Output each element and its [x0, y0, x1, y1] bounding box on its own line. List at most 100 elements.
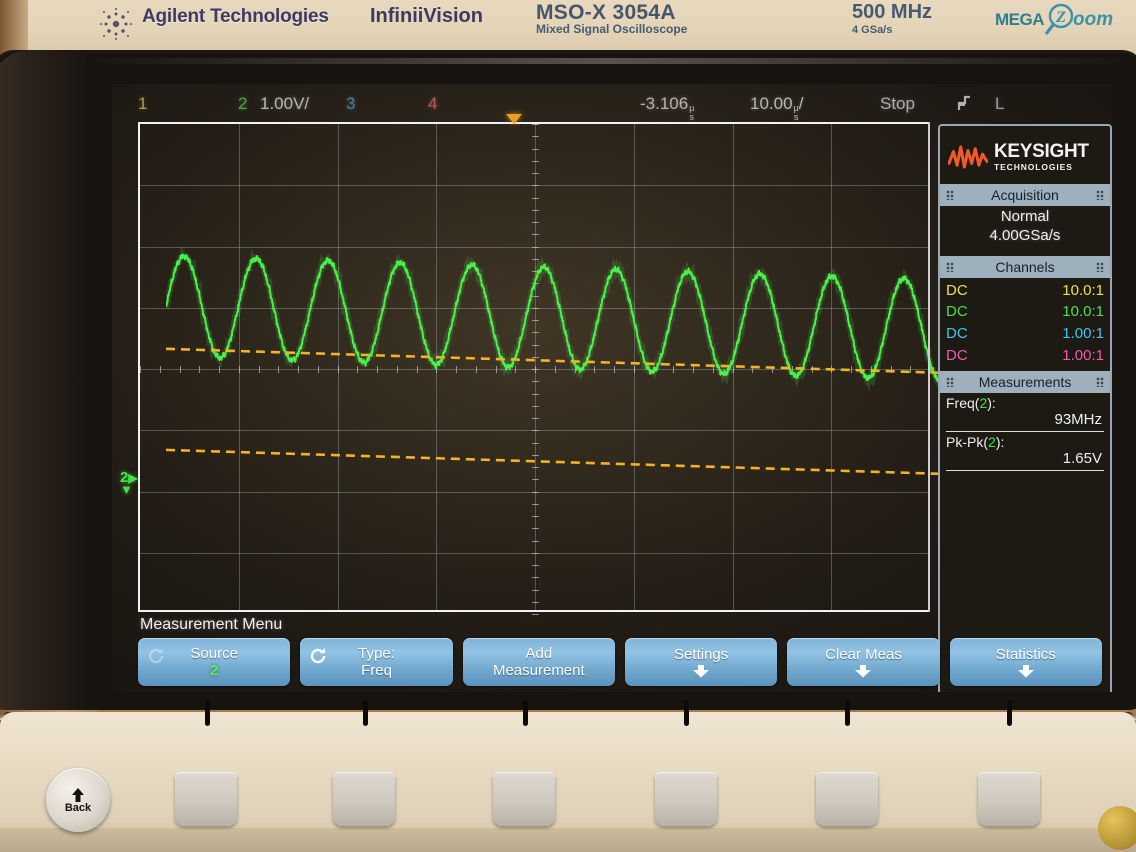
- channels-section-header[interactable]: Channels: [940, 255, 1110, 278]
- rotary-knob-icon: [309, 647, 327, 665]
- measurement-pkpk-label[interactable]: Pk-Pk(2):: [946, 434, 1104, 450]
- softkey-hardware-button-4[interactable]: [655, 772, 717, 826]
- softkey-type-value: Freq: [361, 662, 392, 679]
- rotary-knob-icon: [147, 647, 165, 665]
- softkey-settings[interactable]: Settings: [624, 638, 778, 686]
- status-delay-value: -3.106: [640, 94, 689, 113]
- channel-row[interactable]: DC 10.0:1: [940, 301, 1110, 323]
- megazoom-mega-text: MEGA: [995, 10, 1045, 29]
- status-trigger-coupling[interactable]: L: [995, 94, 1004, 114]
- softkey-hardware-button-2[interactable]: [333, 772, 395, 826]
- agilent-spark-logo-icon: [100, 8, 132, 40]
- instrument-top-panel: Agilent Technologies InfiniiVision MSO-X…: [0, 0, 1136, 56]
- measurement-freq-name: Freq: [946, 394, 975, 411]
- keysight-logo: KEYSIGHT TECHNOLOGIES: [940, 126, 1110, 184]
- status-delay[interactable]: -3.106 µ s: [640, 94, 694, 122]
- channel-row[interactable]: DC 1.00:1: [940, 323, 1110, 345]
- channel-3-probe-ratio: 1.00:1: [1062, 325, 1104, 342]
- status-delay-unit-base: s: [689, 112, 695, 122]
- bezel-gloss-highlight: [80, 58, 1136, 64]
- softkey-clear-meas-label: Clear Meas: [825, 645, 902, 663]
- panel-bottom-shadowline: [0, 828, 1136, 852]
- status-timebase[interactable]: 10.00 µ s /: [750, 94, 803, 122]
- softkey-settings-label: Settings: [674, 645, 729, 663]
- bezel-slot: [684, 700, 689, 726]
- softkey-source-label: Source: [190, 644, 238, 662]
- acquisition-body: Normal 4.00GSa/s: [940, 206, 1110, 250]
- softkey-hardware-button-3[interactable]: [493, 772, 555, 826]
- menu-title: Measurement Menu: [140, 616, 283, 633]
- softkey-hardware-button-1[interactable]: [175, 772, 237, 826]
- graticule-tick: [140, 366, 141, 373]
- trigger-position-marker-icon[interactable]: [506, 114, 522, 124]
- status-timebase-value: 10.00: [750, 94, 793, 113]
- channel-4-coupling: DC: [946, 346, 968, 364]
- graticule-tick: [532, 124, 539, 125]
- waveform-canvas: [163, 162, 961, 652]
- softkey-source-value: 2: [209, 662, 219, 679]
- status-channel-2-scale[interactable]: 1.00V/: [260, 94, 309, 114]
- svg-text:Z: Z: [1055, 9, 1066, 26]
- megazoom-magnifier-icon: Z: [1043, 3, 1077, 37]
- grip-right-icon: [1096, 261, 1104, 272]
- graticule-tick: [532, 136, 539, 137]
- measurement-divider: [946, 469, 1104, 471]
- softkey-hardware-button-6[interactable]: [978, 772, 1040, 826]
- status-channel-2[interactable]: 2: [238, 94, 247, 114]
- measurement-freq-label[interactable]: Freq(2):: [946, 395, 1104, 411]
- keysight-technologies: TECHNOLOGIES: [994, 162, 1073, 173]
- keysight-wave-icon: [948, 145, 988, 169]
- channel-2-ground-marker[interactable]: 2▶ ▼: [120, 470, 138, 496]
- graticule-tick: [160, 366, 161, 373]
- oscilloscope-screen: 1 2 1.00V/ 3 4 -3.106 µ s 10.00 µ s / Stop L …: [112, 84, 1112, 692]
- sample-rate-label: 4 GSa/s: [852, 24, 893, 36]
- channel-1-coupling: DC: [946, 281, 968, 299]
- bezel-left-edge: [0, 50, 85, 710]
- channel-1-probe-ratio: 10.0:1: [1062, 281, 1104, 299]
- measurement-pkpk-value: 1.65V: [1062, 449, 1102, 467]
- softkey-bar: Source 2 Type: Freq Add Measurement Sett…: [138, 638, 1102, 686]
- back-button-label: Back: [64, 801, 92, 814]
- channel-row[interactable]: DC 10.0:1: [940, 280, 1110, 302]
- waveform-svg: [163, 245, 961, 476]
- graticule-right-edge: [928, 122, 930, 612]
- softkey-statistics[interactable]: Statistics: [949, 638, 1102, 686]
- softkey-source[interactable]: Source 2: [138, 638, 291, 686]
- acquisition-title: Acquisition: [991, 187, 1059, 203]
- measurements-title: Measurements: [978, 373, 1072, 390]
- channel-3-coupling: DC: [946, 325, 968, 342]
- bezel-slot: [205, 700, 210, 726]
- trigger-edge-icon[interactable]: [957, 94, 971, 117]
- measurements-section-header[interactable]: Measurements: [940, 370, 1110, 393]
- bezel-slot: [845, 700, 850, 726]
- channels-body: DC 10.0:1 DC 10.0:1 DC 1.00:1 DC 1.00:1: [940, 278, 1110, 371]
- acquisition-section-header[interactable]: Acquisition: [940, 184, 1110, 206]
- back-button[interactable]: Back: [46, 768, 110, 832]
- softkey-add-measurement[interactable]: Add Measurement: [462, 638, 615, 686]
- entry-knob[interactable]: [1098, 806, 1136, 850]
- status-channel-1[interactable]: 1: [138, 94, 147, 114]
- softkey-add-label-line1: Add: [525, 644, 553, 662]
- model-description: Mixed Signal Oscilloscope: [536, 22, 688, 36]
- softkey-clear-meas[interactable]: Clear Meas: [787, 638, 940, 686]
- status-channel-3[interactable]: 3: [346, 94, 355, 114]
- pk-pk-lower-cursor[interactable]: [165, 448, 959, 476]
- status-run-state[interactable]: Stop: [880, 94, 915, 114]
- status-timebase-suffix: /: [798, 94, 804, 113]
- product-family: InfiniiVision: [370, 5, 483, 27]
- status-timebase-unit-base: s: [793, 112, 799, 122]
- brand-bar: Agilent Technologies InfiniiVision MSO-X…: [0, 0, 1136, 48]
- channel-2-coupling: DC: [946, 303, 968, 321]
- keysight-name: KEYSIGHT: [994, 141, 1089, 163]
- softkey-hardware-button-5[interactable]: [816, 772, 878, 826]
- softkey-type[interactable]: Type: Freq: [300, 638, 453, 686]
- waveform-trace: [165, 253, 959, 383]
- grip-right-icon: [1096, 190, 1104, 200]
- grip-right-icon: [1096, 376, 1104, 387]
- softkey-type-label: Type:: [358, 644, 395, 662]
- channel-row[interactable]: DC 1.00:1: [940, 345, 1110, 367]
- graticule-tick: [532, 149, 539, 150]
- graticule: [138, 122, 961, 615]
- vendor-name: Agilent Technologies: [142, 6, 329, 27]
- status-channel-4[interactable]: 4: [428, 94, 437, 114]
